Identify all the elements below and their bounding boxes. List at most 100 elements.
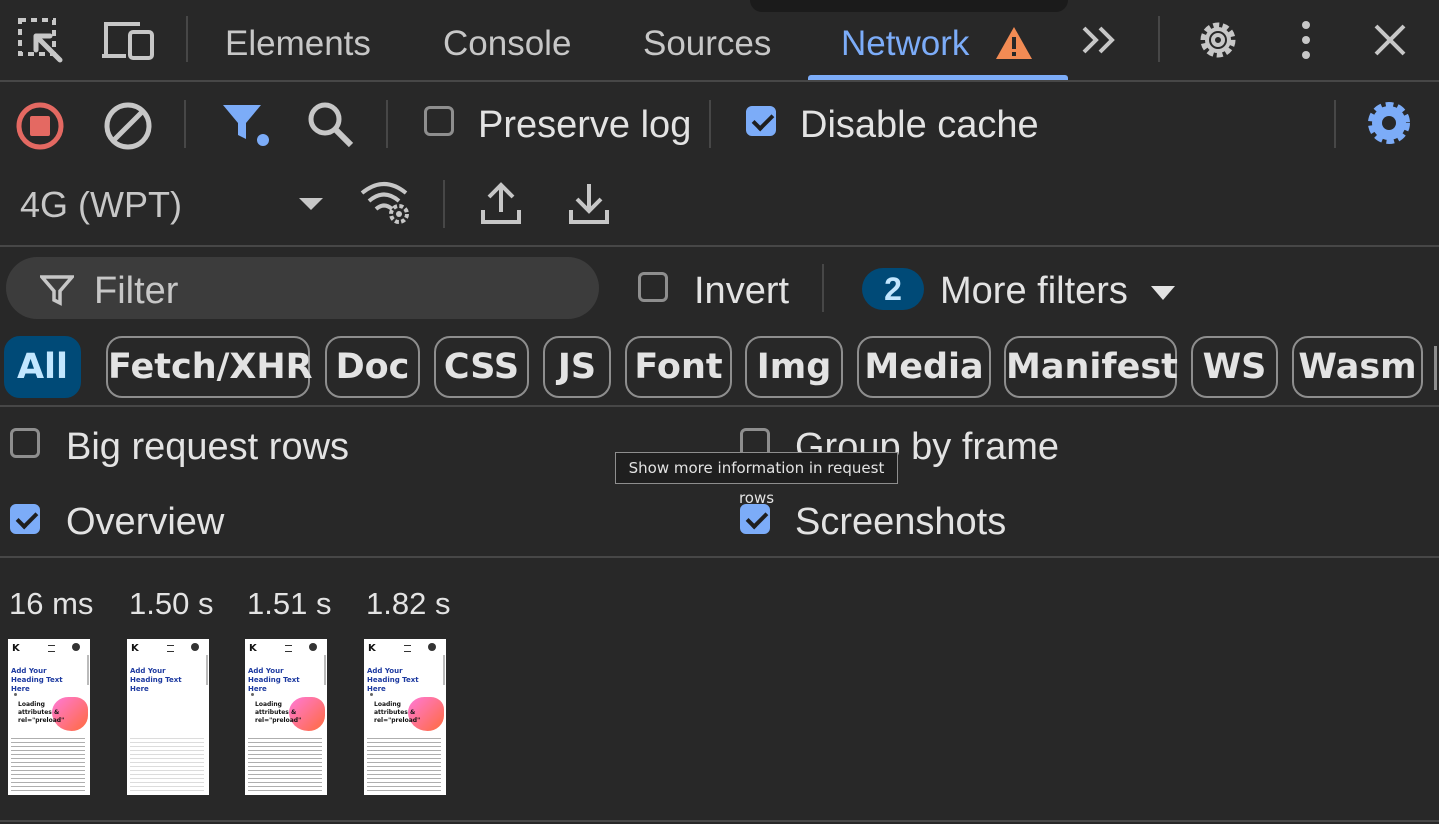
thumb-scrollbar [324,655,326,685]
chip-fetch-xhr[interactable]: Fetch/XHR [106,336,313,398]
chip-ws[interactable]: WS [1191,336,1278,398]
tab-separator [1158,16,1160,62]
throttling-select[interactable]: 4G (WPT) [20,182,182,228]
chip-all[interactable]: All [4,336,81,398]
thumb-heading: Add Your Heading Text Here [248,667,300,693]
export-har-icon[interactable] [566,178,612,228]
toolbar-separator [443,180,445,228]
thumb-heading: Add Your Heading Text Here [367,667,419,693]
chip-manifest[interactable]: Manifest [1004,336,1178,398]
device-toggle-icon[interactable] [100,16,156,64]
clear-icon[interactable] [102,100,154,152]
screenshot-thumbnail[interactable]: K Add Your Heading Text Here Loading att… [245,639,327,795]
big-request-rows-checkbox[interactable] [10,428,40,458]
more-filters-button[interactable]: More filters [940,268,1128,314]
chevron-down-icon[interactable] [296,194,326,214]
screenshots-label: Screenshots [795,501,1007,543]
chip-wasm[interactable]: Wasm [1292,336,1423,398]
toolbar-separator [184,100,186,148]
toolbar-divider [0,245,1439,247]
thumb-heading: Add Your Heading Text Here [11,667,63,693]
more-filters-count-badge: 2 [862,268,924,310]
thumb-menu-icon [48,645,55,652]
toolbar-separator [709,100,711,148]
settings-gear-icon[interactable] [1362,96,1416,150]
screenshot-time: 16 ms [9,586,94,621]
thumb-settings-icon [428,643,436,651]
thumb-scrollbar [206,655,208,685]
warning-icon [994,24,1034,62]
filter-icon [38,272,76,308]
tab-separator [186,16,188,62]
gear-icon[interactable] [1192,14,1244,66]
chip-img[interactable]: Img [745,336,843,398]
thumb-menu-icon [404,645,411,652]
thumb-logo: K [368,643,376,654]
chip-css[interactable]: CSS [434,336,529,398]
thumb-scrollbar [443,655,445,685]
invert-checkbox[interactable] [638,272,668,302]
filter-placeholder: Filter [94,270,179,312]
settings-divider [0,556,1439,558]
thumb-settings-icon [191,643,199,651]
screenshot-thumbnail[interactable]: K Add Your Heading Text Here Loading att… [364,639,446,795]
tooltip: Show more information in request rows [615,452,898,507]
screenshots-checkbox[interactable] [740,504,770,534]
chip-overflow-edge [1434,346,1437,390]
thumb-body-text [11,735,85,793]
disable-cache-label: Disable cache [800,104,1039,146]
thumb-bullet [251,693,254,696]
overview-label: Overview [66,501,225,543]
thumb-body-text [248,735,322,793]
chip-media[interactable]: Media [857,336,991,398]
screenshot-time: 1.82 s [366,586,451,621]
thumb-menu-icon [285,645,292,652]
thumb-card-title: Loading attributes & rel="preload" [255,701,302,724]
thumb-logo: K [249,643,257,654]
close-icon[interactable] [1368,18,1412,62]
more-filters-chevron-icon[interactable] [1148,282,1178,304]
overview-checkbox[interactable] [10,504,40,534]
filter-funnel-icon[interactable] [220,100,274,150]
thumb-settings-icon [72,643,80,651]
thumb-bullet [370,693,373,696]
record-stop-icon[interactable] [14,100,66,152]
thumb-card-title: Loading attributes & rel="preload" [18,701,65,724]
window-notch [750,0,1068,12]
inspect-icon[interactable] [14,14,66,66]
big-request-rows-label: Big request rows [66,426,350,468]
tab-network[interactable]: Network [841,22,969,66]
thumb-body-text [367,735,441,793]
network-conditions-icon[interactable] [358,178,414,228]
filter-separator [822,264,824,312]
chip-js[interactable]: JS [543,336,611,398]
toolbar-separator [1334,100,1336,148]
search-icon[interactable] [304,98,356,150]
thumb-scrollbar [87,655,89,685]
thumb-menu-icon [167,645,174,652]
preserve-log-label: Preserve log [478,104,692,146]
chip-font[interactable]: Font [625,336,732,398]
thumb-heading: Add Your Heading Text Here [130,667,182,693]
thumb-body-text [130,735,204,793]
kebab-menu-icon[interactable] [1292,18,1320,62]
chips-divider [0,405,1439,407]
chip-doc[interactable]: Doc [325,336,420,398]
filmstrip-divider [0,820,1439,822]
thumb-logo: K [12,643,20,654]
screenshot-thumbnail[interactable]: K Add Your Heading Text Here Loading att… [8,639,90,795]
preserve-log-checkbox[interactable] [424,106,454,136]
import-har-icon[interactable] [478,178,524,228]
tab-elements[interactable]: Elements [225,22,371,66]
thumb-settings-icon [309,643,317,651]
screenshot-time: 1.51 s [247,586,332,621]
toolbar-separator [386,100,388,148]
tabbar-divider [0,80,1439,82]
tab-console[interactable]: Console [443,22,571,66]
disable-cache-checkbox[interactable] [746,106,776,136]
tab-sources[interactable]: Sources [643,22,771,66]
screenshot-thumbnail[interactable]: K Add Your Heading Text Here [127,639,209,795]
screenshot-time: 1.50 s [129,586,214,621]
thumb-card-title: Loading attributes & rel="preload" [374,701,421,724]
more-tabs-icon[interactable] [1078,20,1122,60]
